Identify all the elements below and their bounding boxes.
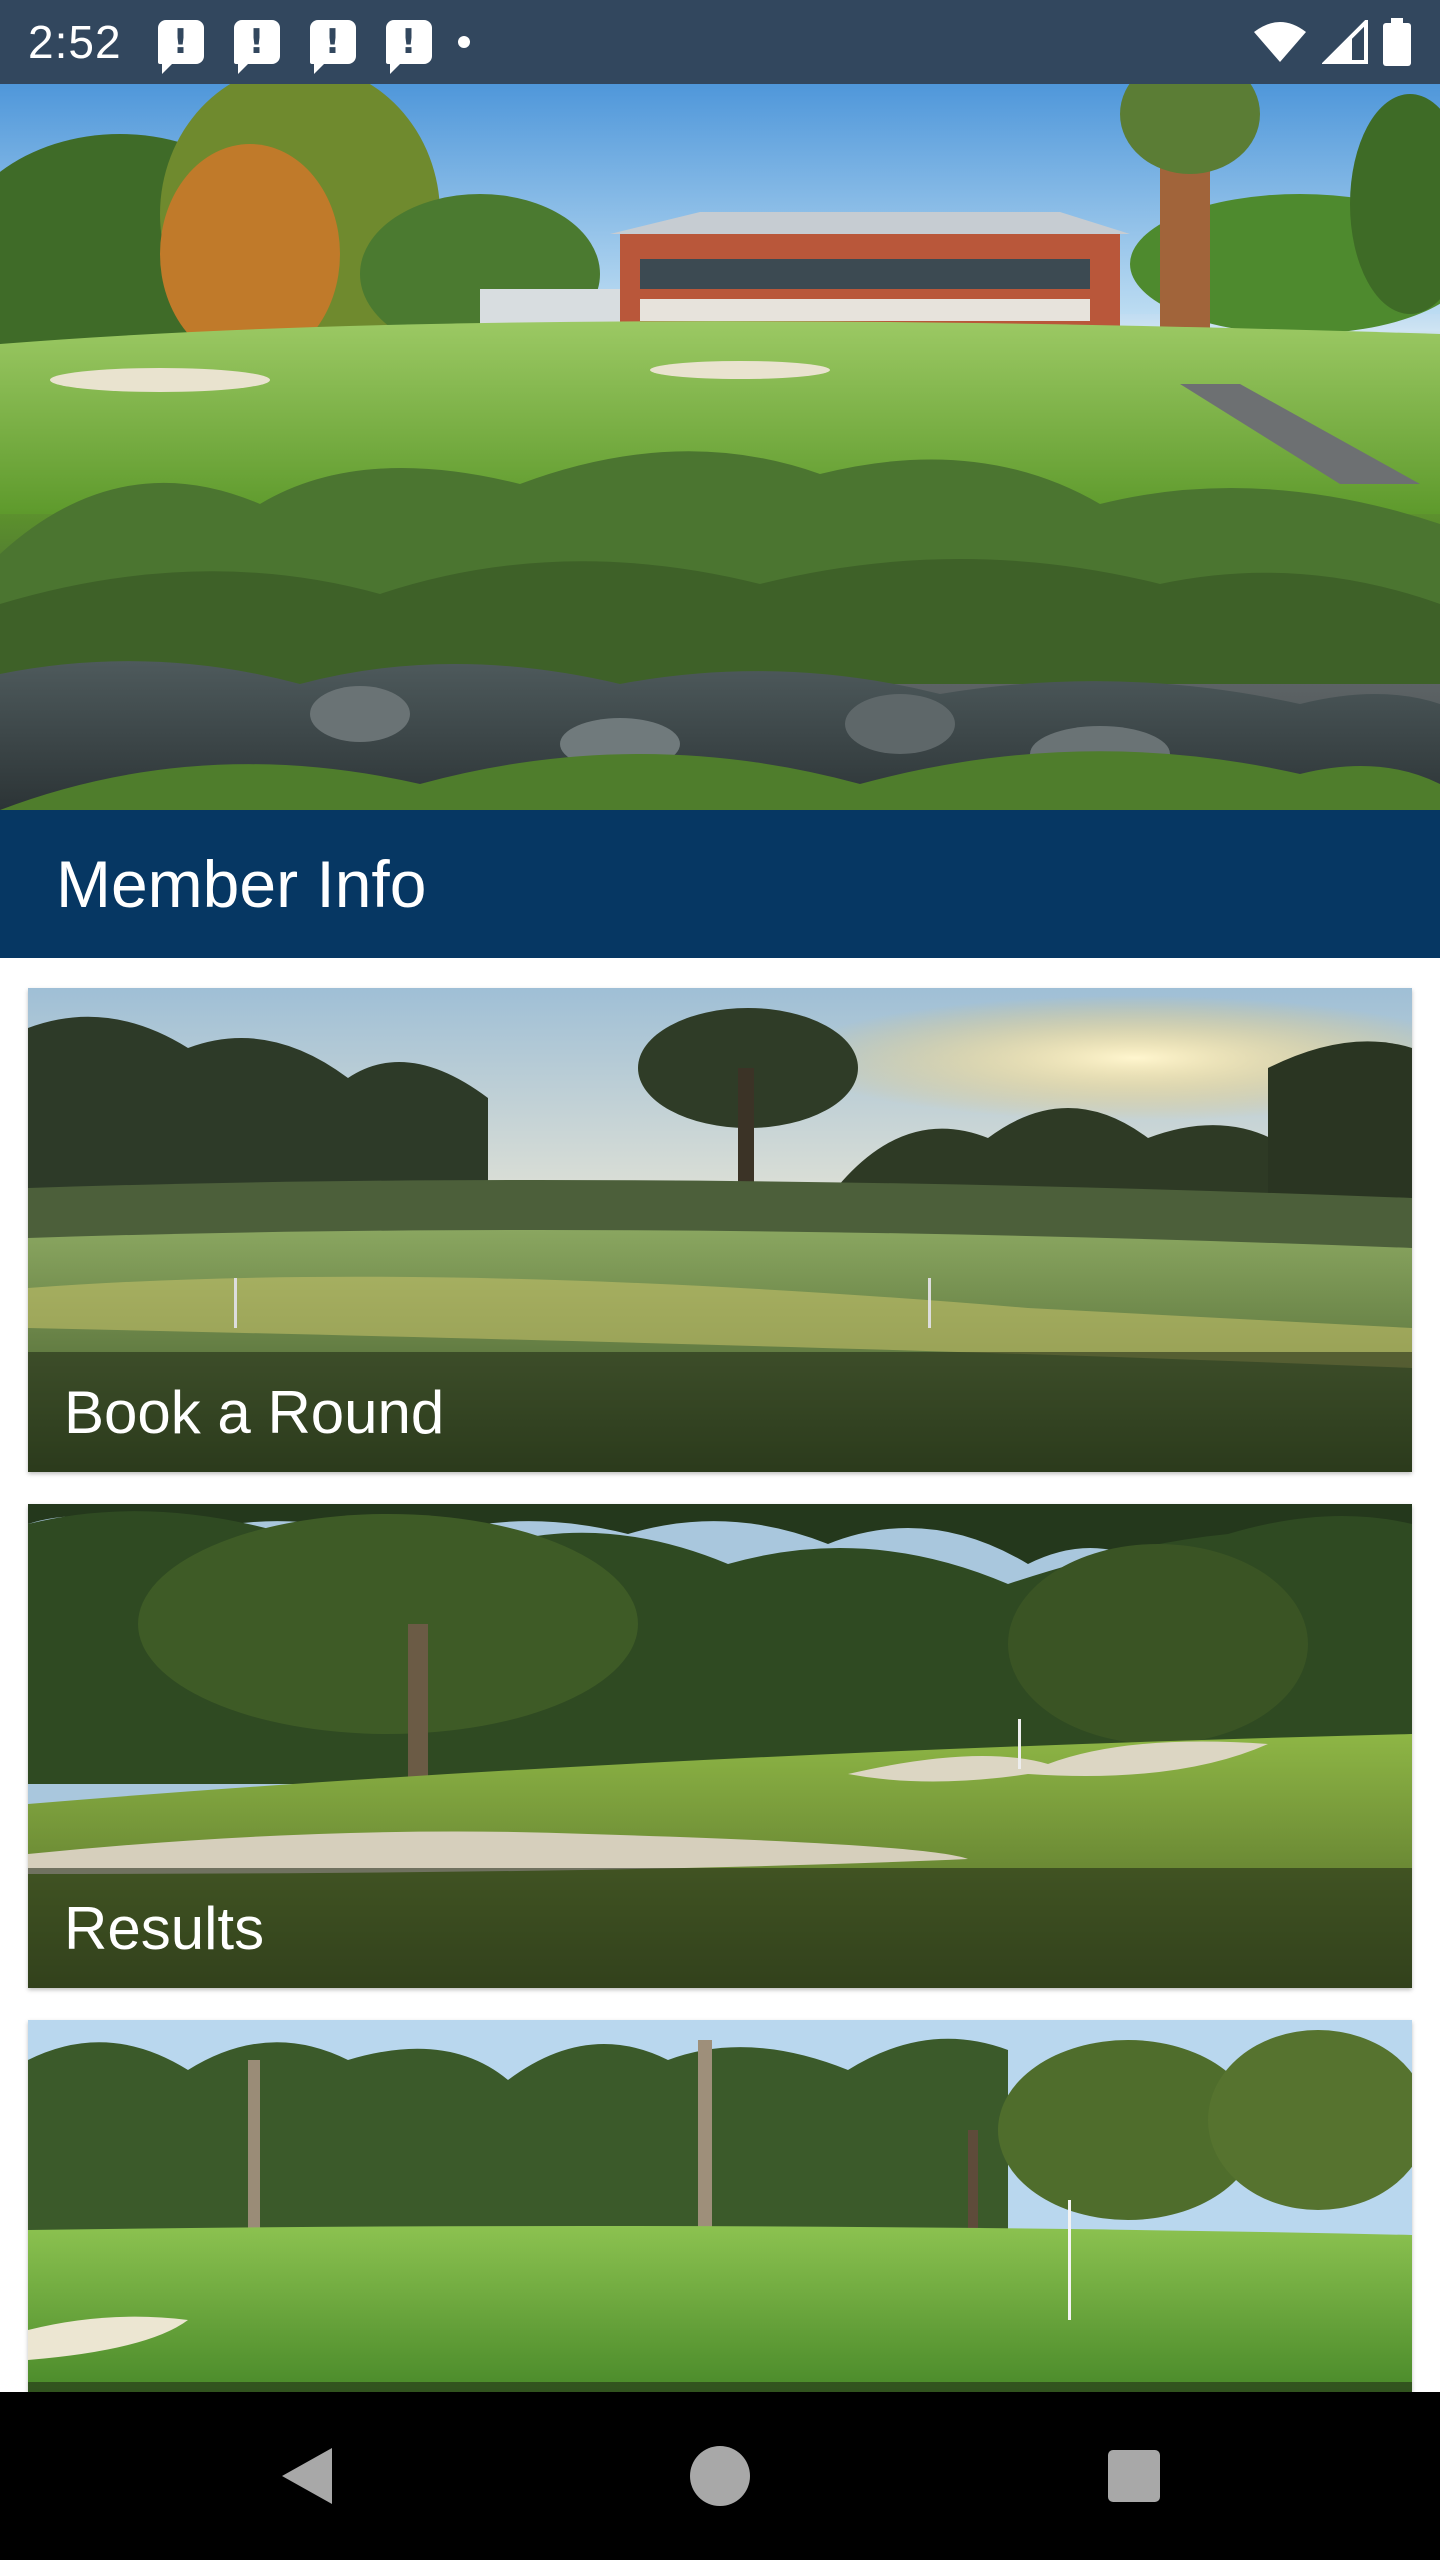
alert-icon: ! [309,20,356,74]
book-a-round-card[interactable]: Book a Round [28,988,1412,1472]
status-icons [1252,0,1412,84]
card-label: Book a Round [64,1378,445,1446]
notification-icons: ! ! ! ! [157,20,470,74]
card-label-bar [28,2382,1412,2392]
card-label-bar: Results [28,1868,1412,1988]
alert-icon: ! [385,20,432,74]
system-nav-bar [0,2392,1440,2560]
hero-image [0,84,1440,810]
status-bar: 2:52 ! ! ! ! [0,0,1440,84]
golf-clubhouse-photo [0,84,1440,810]
home-icon [690,2446,750,2506]
card-label: Results [64,1894,265,1962]
back-icon [282,2448,332,2504]
results-card[interactable]: Results [28,1504,1412,1988]
cell-signal-icon [1322,20,1368,64]
tree-lined-fairway-photo [28,2020,1412,2392]
page-title: Member Info [56,847,427,921]
alert-icon: ! [233,20,280,74]
home-button[interactable] [640,2392,800,2560]
battery-icon [1383,18,1411,66]
back-button[interactable] [226,2392,386,2560]
recents-button[interactable] [1054,2392,1214,2560]
course-card[interactable] [28,2020,1412,2392]
status-time: 2:52 [28,16,122,68]
section-header: Member Info [0,810,1440,958]
alert-icon: ! [157,20,204,74]
more-notifications-dot-icon [457,36,470,48]
card-label-bar: Book a Round [28,1352,1412,1472]
recents-icon [1108,2450,1160,2502]
wifi-icon [1254,22,1306,62]
